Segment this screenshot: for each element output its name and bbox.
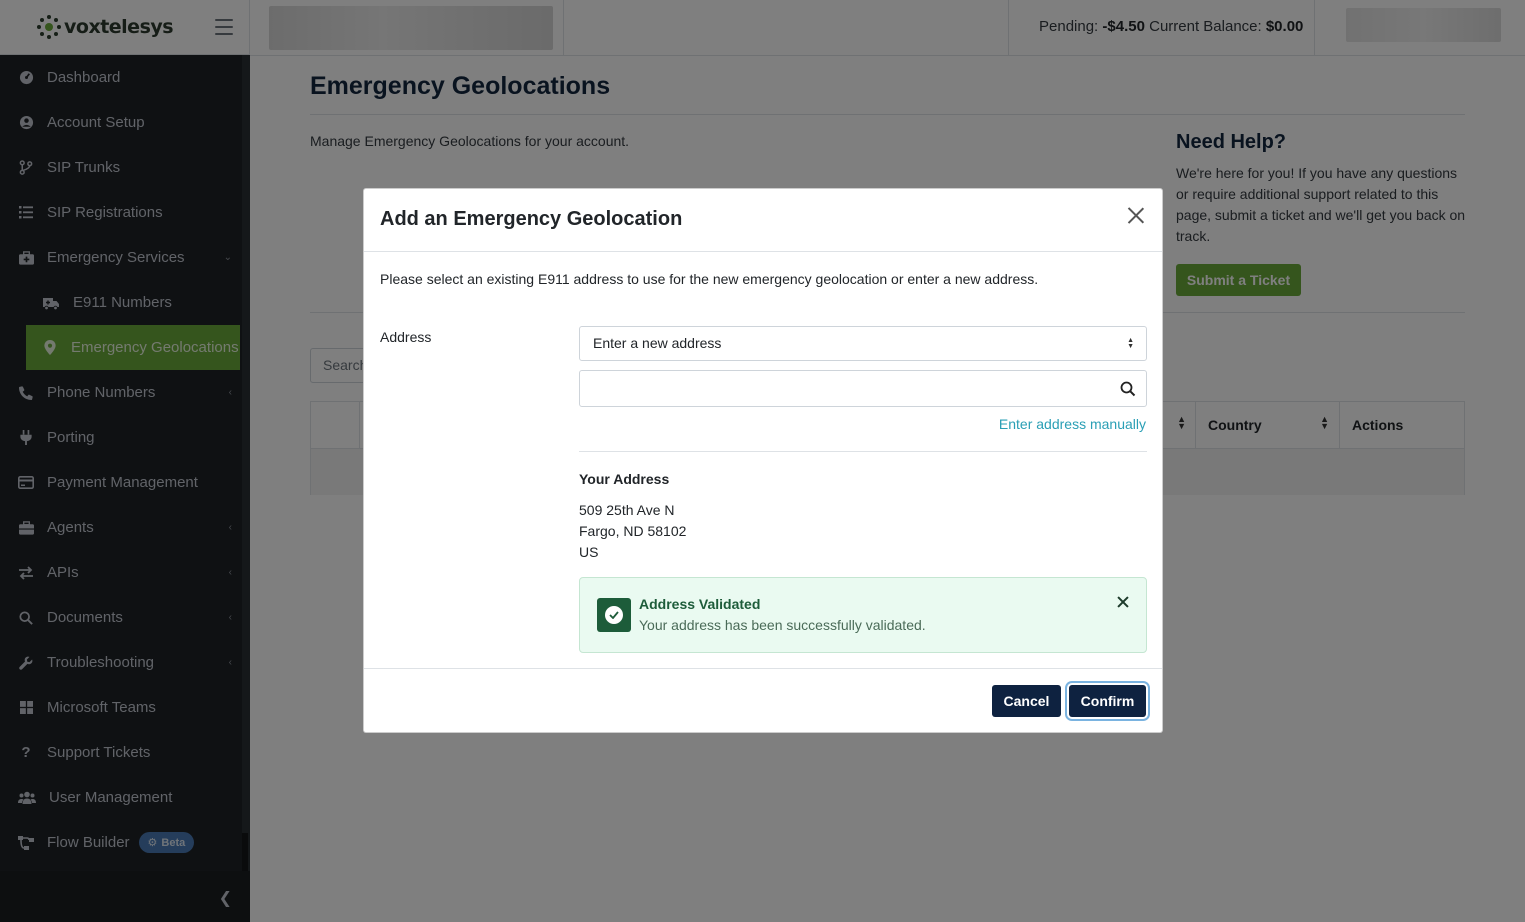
add-geolocation-modal: Add an Emergency Geolocation Please sele… [363,188,1163,733]
alert-message: Your address has been successfully valid… [639,617,926,633]
confirm-button[interactable]: Confirm [1069,685,1146,717]
address-line-city: Fargo, ND 58102 [579,523,687,539]
your-address-title: Your Address [579,471,670,487]
modal-intro-text: Please select an existing E911 address t… [380,271,1039,287]
modal-footer: Cancel Confirm [364,668,1162,733]
address-validated-alert: Address Validated Your address has been … [579,577,1147,653]
validated-address: 509 25th Ave N Fargo, ND 58102 US [579,500,686,563]
cancel-button[interactable]: Cancel [992,685,1061,717]
check-circle-icon [597,598,631,632]
address-select-value: Enter a new address [593,335,722,351]
address-select[interactable]: Enter a new address ▲ ▼ [579,326,1147,361]
alert-close-icon[interactable] [1116,595,1130,609]
address-line-street: 509 25th Ave N [579,502,675,518]
address-search-input[interactable] [580,371,1100,406]
modal-title: Add an Emergency Geolocation [380,208,683,230]
enter-address-manually-link[interactable]: Enter address manually [999,416,1146,432]
address-line-country: US [579,544,599,560]
search-icon[interactable] [1120,381,1136,397]
close-icon[interactable] [1127,206,1145,224]
address-label: Address [380,329,432,345]
modal-header: Add an Emergency Geolocation [364,189,1162,252]
select-arrows-icon: ▲ ▼ [1127,337,1134,350]
divider [579,451,1147,452]
address-search-field[interactable] [579,370,1147,407]
alert-title: Address Validated [639,596,761,612]
